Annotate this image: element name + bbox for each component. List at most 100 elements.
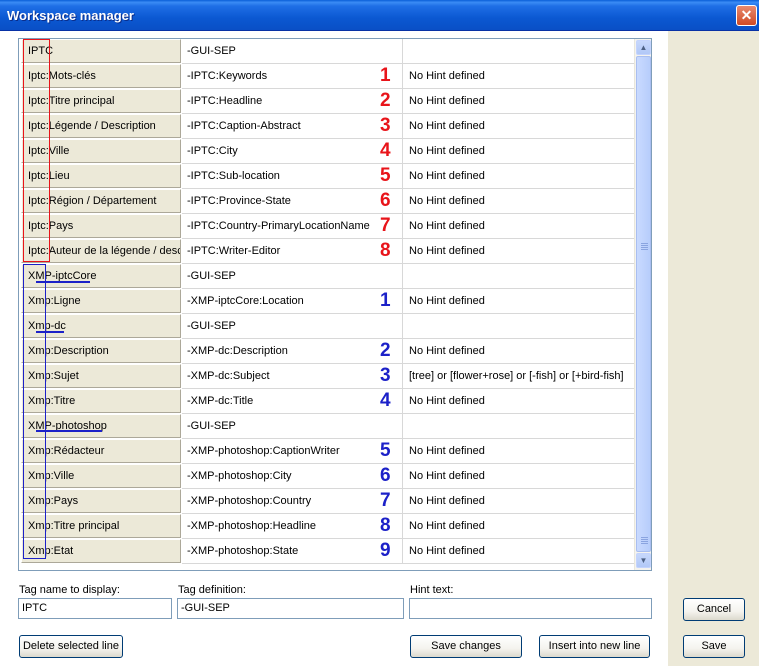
tag-definition-cell[interactable]: -XMP-photoshop:Country	[182, 489, 403, 514]
tag-name-cell[interactable]: Xmp:Ville	[21, 464, 181, 488]
tag-definition-field[interactable]: -GUI-SEP	[177, 598, 404, 619]
tag-name-cell[interactable]: Xmp:Sujet	[21, 364, 181, 388]
hint-text-cell[interactable]: No Hint defined	[403, 514, 634, 539]
table-row[interactable]: Xmp:Titre -XMP-dc:Title No Hint defined 4	[19, 389, 634, 414]
tag-definition-cell[interactable]: -IPTC:Caption-Abstract	[182, 114, 403, 139]
hint-text-cell[interactable]: No Hint defined	[403, 64, 634, 89]
delete-selected-line-button[interactable]: Delete selected line	[19, 635, 123, 658]
tag-name-cell[interactable]: Xmp:Description	[21, 339, 181, 363]
table-row[interactable]: Xmp:Titre principal -XMP-photoshop:Headli…	[19, 514, 634, 539]
tag-definition-cell[interactable]: -IPTC:Keywords	[182, 64, 403, 89]
tag-name-cell[interactable]: Iptc:Titre principal	[21, 89, 181, 113]
hint-text-cell[interactable]: No Hint defined	[403, 114, 634, 139]
table-row[interactable]: Xmp:Ville -XMP-photoshop:City No Hint defi…	[19, 464, 634, 489]
scrollbar-thumb[interactable]	[636, 56, 651, 552]
vertical-scrollbar[interactable]: ▲ ▼	[634, 39, 651, 570]
tag-name-cell[interactable]: Iptc:Mots-clés	[21, 64, 181, 88]
tag-definition-cell[interactable]: -GUI-SEP	[182, 414, 403, 439]
tag-name-cell[interactable]: Xmp:Pays	[21, 489, 181, 513]
tag-name-cell[interactable]: Xmp:Titre principal	[21, 514, 181, 538]
tag-definition-cell[interactable]: -IPTC:Province-State	[182, 189, 403, 214]
table-row[interactable]: Iptc:Auteur de la légende / descr -IPTC:W…	[19, 239, 634, 264]
tag-definition-cell[interactable]: -XMP-photoshop:State	[182, 539, 403, 564]
save-changes-button[interactable]: Save changes	[410, 635, 522, 658]
hint-text-cell[interactable]: No Hint defined	[403, 189, 634, 214]
hint-text-cell[interactable]	[403, 414, 634, 439]
hint-text-cell[interactable]: No Hint defined	[403, 89, 634, 114]
table-row[interactable]: XMP-iptcCore -GUI-SEP	[19, 264, 634, 289]
tag-definition-cell[interactable]: -GUI-SEP	[182, 264, 403, 289]
hint-text-cell[interactable]: No Hint defined	[403, 339, 634, 364]
tag-definition-cell[interactable]: -XMP-photoshop:Headline	[182, 514, 403, 539]
scroll-up-icon[interactable]: ▲	[636, 40, 651, 55]
tag-definition-cell[interactable]: -XMP-photoshop:City	[182, 464, 403, 489]
table-row[interactable]: Xmp:Rédacteur -XMP-photoshop:CaptionWrite…	[19, 439, 634, 464]
table-row[interactable]: Iptc:Légende / Description -IPTC:Caption-…	[19, 114, 634, 139]
table-row[interactable]: Iptc:Titre principal -IPTC:Headline No Hin…	[19, 89, 634, 114]
cancel-button[interactable]: Cancel	[683, 598, 745, 621]
hint-text-cell[interactable]: No Hint defined	[403, 464, 634, 489]
insert-into-new-line-button[interactable]: Insert into new line	[539, 635, 650, 658]
table-row[interactable]: Iptc:Ville -IPTC:City No Hint defined 4	[19, 139, 634, 164]
tag-name-cell[interactable]: IPTC	[21, 39, 181, 63]
tag-name-cell[interactable]: Iptc:Lieu	[21, 164, 181, 188]
row-number-marker: 2	[380, 90, 391, 111]
hint-text-cell[interactable]: No Hint defined	[403, 389, 634, 414]
tag-definition-cell[interactable]: -XMP-dc:Title	[182, 389, 403, 414]
hint-text-cell[interactable]: No Hint defined	[403, 289, 634, 314]
close-icon[interactable]: ✕	[736, 5, 757, 26]
table-row[interactable]: IPTC -GUI-SEP	[19, 39, 634, 64]
table-row[interactable]: Xmp:Ligne -XMP-iptcCore:Location No Hint d…	[19, 289, 634, 314]
tag-name-cell[interactable]: Xmp:Titre	[21, 389, 181, 413]
tag-name-cell[interactable]: Xmp:Rédacteur	[21, 439, 181, 463]
tag-definition-cell[interactable]: -XMP-photoshop:CaptionWriter	[182, 439, 403, 464]
tag-definition-cell[interactable]: -IPTC:Country-PrimaryLocationName	[182, 214, 403, 239]
tag-name-cell[interactable]: XMP-photoshop	[21, 414, 181, 438]
tag-definition-cell[interactable]: -IPTC:Writer-Editor	[182, 239, 403, 264]
tag-definition-cell[interactable]: -IPTC:Headline	[182, 89, 403, 114]
table-row[interactable]: Iptc:Mots-clés -IPTC:Keywords No Hint defi…	[19, 64, 634, 89]
table-row[interactable]: Xmp:Description -XMP-dc:Description No Hin…	[19, 339, 634, 364]
tag-name-cell[interactable]: Iptc:Pays	[21, 214, 181, 238]
tag-name-cell[interactable]: Xmp:Etat	[21, 539, 181, 563]
tag-name-cell[interactable]: Iptc:Région / Département	[21, 189, 181, 213]
tag-name-cell[interactable]: Iptc:Légende / Description	[21, 114, 181, 138]
tag-name-cell[interactable]: Xmp:Ligne	[21, 289, 181, 313]
tag-name-cell[interactable]: Iptc:Auteur de la légende / descr	[21, 239, 181, 263]
tag-definition-cell[interactable]: -GUI-SEP	[182, 39, 403, 64]
table-row[interactable]: Xmp:Etat -XMP-photoshop:State No Hint defi…	[19, 539, 634, 564]
tag-name-cell[interactable]: Xmp-dc	[21, 314, 181, 338]
hint-text-cell[interactable]: No Hint defined	[403, 239, 634, 264]
hint-text-cell[interactable]: No Hint defined	[403, 539, 634, 564]
tag-name-cell[interactable]: Iptc:Ville	[21, 139, 181, 163]
tag-definition-cell[interactable]: -XMP-iptcCore:Location	[182, 289, 403, 314]
table-row[interactable]: Xmp-dc -GUI-SEP	[19, 314, 634, 339]
tag-definition-cell[interactable]: -IPTC:Sub-location	[182, 164, 403, 189]
hint-text-cell[interactable]: No Hint defined	[403, 164, 634, 189]
tag-name-cell[interactable]: XMP-iptcCore	[21, 264, 181, 288]
tag-definition-cell[interactable]: -GUI-SEP	[182, 314, 403, 339]
hint-text-cell[interactable]: No Hint defined	[403, 139, 634, 164]
hint-text-cell[interactable]	[403, 314, 634, 339]
tag-name-field[interactable]: IPTC	[18, 598, 172, 619]
hint-text-cell[interactable]	[403, 39, 634, 64]
hint-text-field[interactable]	[409, 598, 652, 619]
hint-text-cell[interactable]	[403, 264, 634, 289]
table-row[interactable]: XMP-photoshop -GUI-SEP	[19, 414, 634, 439]
hint-text-cell[interactable]: No Hint defined	[403, 489, 634, 514]
tag-grid[interactable]: IPTC -GUI-SEP Iptc:Mots-clés -IPTC:Keywords…	[18, 38, 652, 571]
tag-definition-cell[interactable]: -IPTC:City	[182, 139, 403, 164]
title-bar[interactable]: Workspace manager ✕	[0, 0, 759, 31]
table-row[interactable]: Iptc:Lieu -IPTC:Sub-location No Hint defin…	[19, 164, 634, 189]
tag-definition-cell[interactable]: -XMP-dc:Subject	[182, 364, 403, 389]
scroll-down-icon[interactable]: ▼	[636, 553, 651, 568]
table-row[interactable]: Xmp:Sujet -XMP-dc:Subject [tree] or [flowe…	[19, 364, 634, 389]
save-button[interactable]: Save	[683, 635, 745, 658]
hint-text-cell[interactable]: No Hint defined	[403, 214, 634, 239]
hint-text-cell[interactable]: No Hint defined	[403, 439, 634, 464]
table-row[interactable]: Iptc:Pays -IPTC:Country-PrimaryLocationNa…	[19, 214, 634, 239]
hint-text-cell[interactable]: [tree] or [flower+rose] or [-fish] or [+…	[403, 364, 634, 389]
table-row[interactable]: Xmp:Pays -XMP-photoshop:Country No Hint de…	[19, 489, 634, 514]
table-row[interactable]: Iptc:Région / Département -IPTC:Province-…	[19, 189, 634, 214]
tag-definition-cell[interactable]: -XMP-dc:Description	[182, 339, 403, 364]
